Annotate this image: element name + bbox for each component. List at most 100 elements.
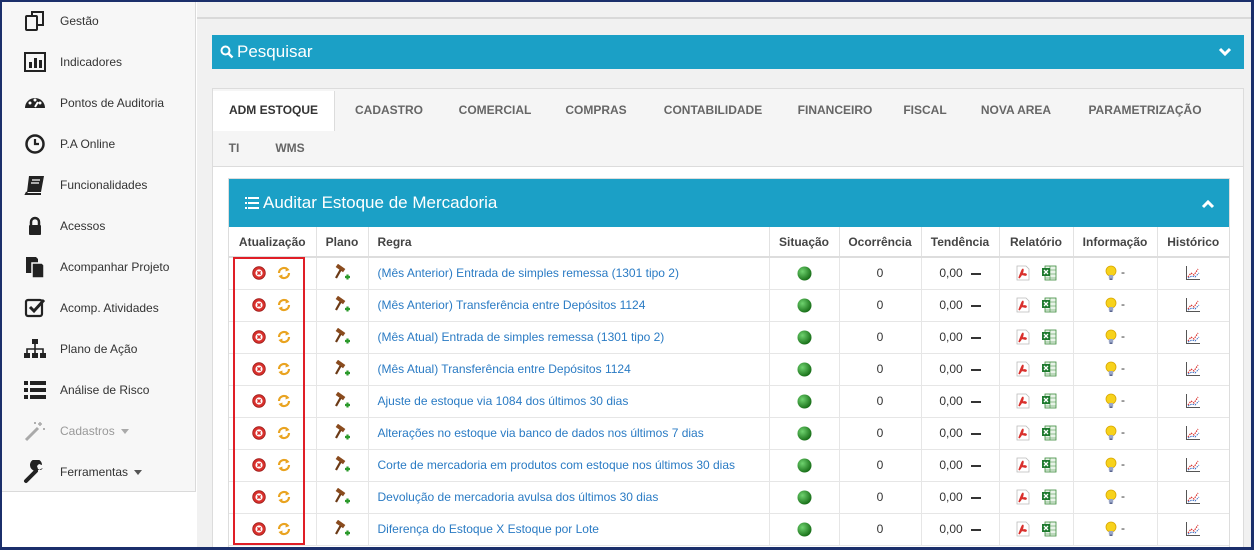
lightbulb-icon[interactable] [1105,361,1117,377]
lightbulb-icon[interactable] [1105,489,1117,505]
excel-icon[interactable] [1041,425,1057,441]
pdf-icon[interactable] [1015,265,1031,281]
tab-adm-estoque[interactable]: ADM ESTOQUE [213,91,335,131]
lightbulb-icon[interactable] [1105,457,1117,473]
pdf-icon[interactable] [1015,489,1031,505]
lightbulb-icon[interactable] [1105,393,1117,409]
tab-compras[interactable]: COMPRAS [551,91,641,129]
tab-comercial[interactable]: COMERCIAL [445,91,545,129]
pdf-icon[interactable] [1015,329,1031,345]
gavel-add-icon[interactable] [333,424,351,442]
delete-icon[interactable] [252,298,266,312]
delete-icon[interactable] [252,362,266,376]
line-chart-icon[interactable] [1185,489,1201,505]
gavel-add-icon[interactable] [333,456,351,474]
rule-link[interactable]: (Mês Atual) Transferência entre Depósito… [378,362,631,376]
refresh-icon[interactable] [276,457,292,473]
delete-icon[interactable] [252,522,266,536]
lightbulb-icon[interactable] [1105,297,1117,313]
line-chart-icon[interactable] [1185,361,1201,377]
line-chart-icon[interactable] [1185,393,1201,409]
excel-icon[interactable] [1041,521,1057,537]
sidebar-item-pa-online[interactable]: P.A Online [2,123,196,164]
delete-icon[interactable] [252,458,266,472]
rule-link[interactable]: Diferença do Estoque X Estoque por Lote [378,522,599,536]
refresh-icon[interactable] [276,265,292,281]
column-header[interactable]: Regra [368,227,770,258]
refresh-icon[interactable] [276,361,292,377]
excel-icon[interactable] [1041,393,1057,409]
tab-cadastro[interactable]: CADASTRO [339,91,439,129]
pdf-icon[interactable] [1015,393,1031,409]
line-chart-icon[interactable] [1185,457,1201,473]
excel-icon[interactable] [1041,297,1057,313]
delete-icon[interactable] [252,330,266,344]
lightbulb-icon[interactable] [1105,265,1117,281]
sidebar-item-indicadores[interactable]: Indicadores [2,41,196,82]
gavel-add-icon[interactable] [333,392,351,410]
line-chart-icon[interactable] [1185,425,1201,441]
sidebar-item-analise-de-risco[interactable]: Análise de Risco [2,369,196,410]
sidebar-item-acessos[interactable]: Acessos [2,205,196,246]
gavel-add-icon[interactable] [333,264,351,282]
column-header[interactable]: Tendência [921,227,1000,258]
pdf-icon[interactable] [1015,457,1031,473]
delete-icon[interactable] [252,394,266,408]
gavel-add-icon[interactable] [333,488,351,506]
line-chart-icon[interactable] [1185,521,1201,537]
sidebar-item-gestao[interactable]: Gestão [2,0,196,41]
lightbulb-icon[interactable] [1105,425,1117,441]
rule-link[interactable]: Corte de mercadoria em produtos com esto… [378,458,736,472]
tab-financeiro[interactable]: FINANCEIRO [785,91,885,129]
column-header[interactable]: Informação [1073,227,1158,258]
rule-link[interactable]: Devolução de mercadoria avulsa dos últim… [378,490,659,504]
gavel-add-icon[interactable] [333,360,351,378]
rule-link[interactable]: (Mês Anterior) Entrada de simples remess… [378,266,679,280]
pdf-icon[interactable] [1015,425,1031,441]
delete-icon[interactable] [252,426,266,440]
tab-wms[interactable]: WMS [265,129,315,167]
column-header[interactable]: Situação [769,227,840,258]
delete-icon[interactable] [252,266,266,280]
pdf-icon[interactable] [1015,361,1031,377]
refresh-icon[interactable] [276,489,292,505]
excel-icon[interactable] [1041,329,1057,345]
pdf-icon[interactable] [1015,521,1031,537]
sidebar-item-pontos-de-auditoria[interactable]: Pontos de Auditoria [2,82,196,123]
tab-nova-area[interactable]: NOVA AREA [971,91,1061,129]
column-header[interactable]: Ocorrência [839,227,922,258]
excel-icon[interactable] [1041,361,1057,377]
sidebar-item-ferramentas[interactable]: Ferramentas [2,451,196,492]
gavel-add-icon[interactable] [333,328,351,346]
rule-link[interactable]: Ajuste de estoque via 1084 dos últimos 3… [378,394,629,408]
tab-fiscal[interactable]: FISCAL [895,91,955,129]
column-header[interactable]: Histórico [1157,227,1229,258]
tab-ti[interactable]: TI [219,129,249,167]
sidebar-item-cadastros[interactable]: Cadastros [2,410,196,451]
delete-icon[interactable] [252,490,266,504]
audit-box-header[interactable]: Auditar Estoque de Mercadoria [229,179,1229,227]
sidebar-item-acomp-atividades[interactable]: Acomp. Atividades [2,287,196,328]
refresh-icon[interactable] [276,521,292,537]
tab-contabilidade[interactable]: CONTABILIDADE [653,91,773,129]
sidebar-item-funcionalidades[interactable]: Funcionalidades [2,164,196,205]
sidebar-item-plano-de-acao[interactable]: Plano de Ação [2,328,196,369]
column-header[interactable]: Relatório [999,227,1074,258]
gavel-add-icon[interactable] [333,296,351,314]
excel-icon[interactable] [1041,489,1057,505]
rule-link[interactable]: (Mês Atual) Entrada de simples remessa (… [378,330,665,344]
tab-parametrizacao[interactable]: PARAMETRIZAÇÃO [1077,91,1213,129]
chevron-up-icon[interactable] [1201,199,1215,209]
lightbulb-icon[interactable] [1105,521,1117,537]
refresh-icon[interactable] [276,425,292,441]
rule-link[interactable]: Alterações no estoque via banco de dados… [378,426,704,440]
gavel-add-icon[interactable] [333,520,351,538]
excel-icon[interactable] [1041,457,1057,473]
excel-icon[interactable] [1041,265,1057,281]
search-panel-header[interactable]: Pesquisar [212,35,1244,69]
chevron-down-icon[interactable] [1218,47,1232,57]
line-chart-icon[interactable] [1185,297,1201,313]
line-chart-icon[interactable] [1185,265,1201,281]
pdf-icon[interactable] [1015,297,1031,313]
line-chart-icon[interactable] [1185,329,1201,345]
